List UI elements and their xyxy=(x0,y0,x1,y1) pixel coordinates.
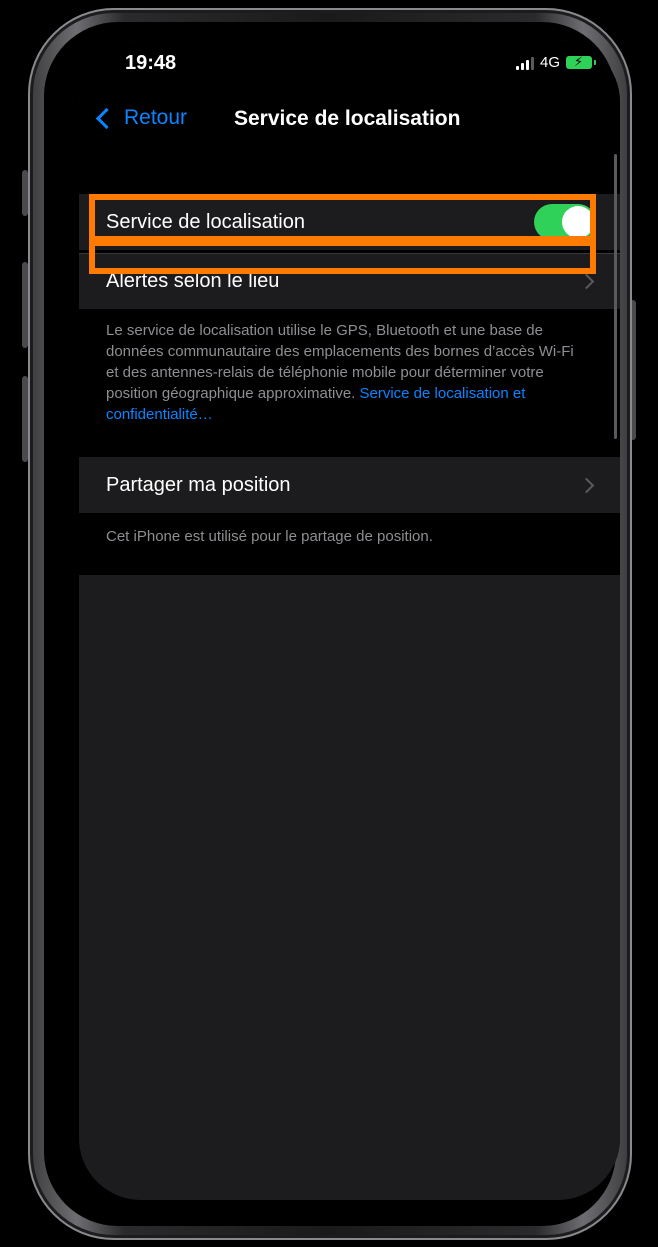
alerts-label: Alertes selon le lieu xyxy=(106,270,280,292)
scroll-indicator[interactable] xyxy=(614,154,617,439)
battery-icon: ⚡ xyxy=(566,54,596,69)
settings-content: Service de localisation Alertes selon le… xyxy=(79,150,620,1200)
toggle-knob xyxy=(562,206,594,238)
share-footer: Cet iPhone est utilisé pour le partage d… xyxy=(106,528,433,545)
status-indicators: 4G ⚡ xyxy=(515,54,596,71)
location-description: Le service de localisation utilise le GP… xyxy=(106,320,576,425)
empty-area xyxy=(79,575,620,1200)
page-title: Service de localisation xyxy=(234,107,461,130)
status-time: 19:48 xyxy=(125,52,177,74)
screenshot-stage: 19:48 4G ⚡ Retour Service de localisatio xyxy=(0,0,658,1247)
chevron-left-icon xyxy=(95,107,118,129)
status-bar: 19:48 4G ⚡ xyxy=(79,40,620,88)
share-position-label: Partager ma position xyxy=(106,473,291,496)
share-position-row[interactable]: Partager ma position xyxy=(79,457,620,513)
alerts-row[interactable]: Alertes selon le lieu xyxy=(79,253,620,309)
charging-bolt-icon: ⚡ xyxy=(574,54,584,69)
location-service-label: Service de localisation xyxy=(106,210,305,233)
signal-icon xyxy=(515,56,534,70)
chevron-right-icon xyxy=(578,273,595,290)
phone-screen: 19:48 4G ⚡ Retour Service de localisatio xyxy=(79,40,620,1200)
location-service-toggle[interactable] xyxy=(534,204,596,240)
navigation-bar: Retour Service de localisation xyxy=(79,88,620,150)
back-label: Retour xyxy=(124,106,188,129)
back-button[interactable]: Retour xyxy=(95,106,187,130)
network-label: 4G xyxy=(539,54,560,71)
location-service-row[interactable]: Service de localisation xyxy=(79,194,620,250)
chevron-right-icon xyxy=(578,477,595,493)
